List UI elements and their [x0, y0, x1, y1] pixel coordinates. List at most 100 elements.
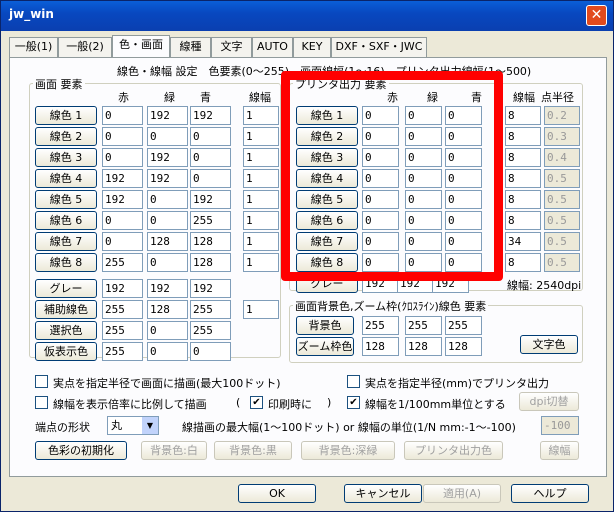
- bg-row-button-1[interactable]: ズーム枠色: [296, 337, 354, 356]
- chevron-down-icon[interactable]: ▼: [142, 417, 158, 434]
- printer-red-7[interactable]: 0: [362, 253, 399, 272]
- screen-width-7[interactable]: 1: [243, 253, 279, 272]
- printer-width-0[interactable]: 8: [505, 106, 541, 125]
- bg-blue-0[interactable]: 255: [445, 316, 482, 335]
- screen-red-1[interactable]: 0: [102, 127, 143, 146]
- printer-gray-button[interactable]: グレー: [296, 274, 358, 293]
- screen-green-1[interactable]: 0: [147, 127, 188, 146]
- screen-width-1[interactable]: 1: [243, 127, 279, 146]
- printer-blue-2[interactable]: 0: [445, 148, 482, 167]
- printer-row-button-7[interactable]: 線色 8: [296, 253, 358, 272]
- screen-width-2[interactable]: 1: [243, 148, 279, 167]
- screen-row-button-6[interactable]: 線色 7: [35, 232, 97, 251]
- screen-green-7[interactable]: 0: [147, 253, 188, 272]
- screen-blue-8[interactable]: 192: [190, 279, 231, 298]
- printer-red-6[interactable]: 0: [362, 232, 399, 251]
- printer-gray-blue[interactable]: 192: [432, 274, 469, 293]
- screen-blue-9[interactable]: 255: [190, 300, 231, 319]
- screen-row-button-10[interactable]: 選択色: [35, 321, 97, 340]
- printer-blue-5[interactable]: 0: [445, 211, 482, 230]
- screen-blue-6[interactable]: 128: [190, 232, 231, 251]
- printer-width-1[interactable]: 8: [505, 127, 541, 146]
- printer-green-4[interactable]: 0: [405, 190, 442, 209]
- screen-row-button-3[interactable]: 線色 4: [35, 169, 97, 188]
- screen-blue-4[interactable]: 192: [190, 190, 231, 209]
- screen-green-6[interactable]: 128: [147, 232, 188, 251]
- printer-row-button-3[interactable]: 線色 4: [296, 169, 358, 188]
- printer-green-5[interactable]: 0: [405, 211, 442, 230]
- printer-green-3[interactable]: 0: [405, 169, 442, 188]
- printer-red-3[interactable]: 0: [362, 169, 399, 188]
- screen-red-9[interactable]: 255: [102, 300, 143, 319]
- screen-width-5[interactable]: 1: [243, 211, 279, 230]
- printer-green-7[interactable]: 0: [405, 253, 442, 272]
- text-color-button[interactable]: 文字色: [520, 335, 578, 354]
- print-point-mm-checkbox[interactable]: [347, 375, 360, 388]
- scale-linewidth-checkbox[interactable]: [35, 396, 48, 409]
- printer-blue-7[interactable]: 0: [445, 253, 482, 272]
- tab-0[interactable]: 一般(1): [9, 37, 58, 57]
- screen-width-3[interactable]: 1: [243, 169, 279, 188]
- printer-row-button-4[interactable]: 線色 5: [296, 190, 358, 209]
- screen-row-button-7[interactable]: 線色 8: [35, 253, 97, 272]
- printer-blue-4[interactable]: 0: [445, 190, 482, 209]
- tab-4[interactable]: 文字: [211, 37, 252, 57]
- screen-green-9[interactable]: 128: [147, 300, 188, 319]
- screen-row-button-2[interactable]: 線色 3: [35, 148, 97, 167]
- screen-green-5[interactable]: 0: [147, 211, 188, 230]
- printer-row-button-2[interactable]: 線色 3: [296, 148, 358, 167]
- bg-blue-1[interactable]: 128: [445, 337, 482, 356]
- endpoint-shape-select[interactable]: 丸 ▼: [107, 416, 159, 435]
- printer-red-0[interactable]: 0: [362, 106, 399, 125]
- screen-blue-7[interactable]: 128: [190, 253, 231, 272]
- bg-red-1[interactable]: 128: [362, 337, 399, 356]
- screen-blue-5[interactable]: 255: [190, 211, 231, 230]
- screen-row-button-5[interactable]: 線色 6: [35, 211, 97, 230]
- printer-width-5[interactable]: 8: [505, 211, 541, 230]
- screen-green-0[interactable]: 192: [147, 106, 188, 125]
- printer-green-2[interactable]: 0: [405, 148, 442, 167]
- screen-row-button-0[interactable]: 線色 1: [35, 106, 97, 125]
- tab-3[interactable]: 線種: [170, 37, 211, 57]
- screen-red-8[interactable]: 192: [102, 279, 143, 298]
- screen-red-2[interactable]: 0: [102, 148, 143, 167]
- printer-row-button-6[interactable]: 線色 7: [296, 232, 358, 251]
- screen-width-9[interactable]: 1: [243, 300, 279, 319]
- screen-row-button-4[interactable]: 線色 5: [35, 190, 97, 209]
- screen-blue-11[interactable]: 0: [190, 342, 231, 361]
- tab-6[interactable]: KEY: [293, 37, 331, 57]
- bg-red-0[interactable]: 255: [362, 316, 399, 335]
- printer-green-6[interactable]: 0: [405, 232, 442, 251]
- tab-2[interactable]: 色・画面: [112, 35, 170, 57]
- screen-green-11[interactable]: 0: [147, 342, 188, 361]
- screen-blue-1[interactable]: 0: [190, 127, 231, 146]
- bottom-button-0[interactable]: 色彩の初期化: [35, 441, 127, 460]
- on-print-checkbox[interactable]: ✔: [250, 396, 263, 409]
- printer-width-7[interactable]: 8: [505, 253, 541, 272]
- printer-green-0[interactable]: 0: [405, 106, 442, 125]
- printer-blue-6[interactable]: 0: [445, 232, 482, 251]
- screen-row-button-1[interactable]: 線色 2: [35, 127, 97, 146]
- dialog-button-1[interactable]: キャンセル: [344, 484, 422, 503]
- bg-row-button-0[interactable]: 背景色: [296, 316, 354, 335]
- tab-7[interactable]: DXF・SXF・JWC: [331, 37, 427, 57]
- screen-blue-3[interactable]: 0: [190, 169, 231, 188]
- printer-row-button-1[interactable]: 線色 2: [296, 127, 358, 146]
- screen-row-button-8[interactable]: グレー: [35, 279, 97, 298]
- screen-row-button-9[interactable]: 補助線色: [35, 300, 97, 319]
- draw-point-radius-checkbox[interactable]: [35, 375, 48, 388]
- screen-red-10[interactable]: 255: [102, 321, 143, 340]
- printer-width-2[interactable]: 8: [505, 148, 541, 167]
- screen-red-4[interactable]: 192: [102, 190, 143, 209]
- printer-red-4[interactable]: 0: [362, 190, 399, 209]
- screen-red-0[interactable]: 0: [102, 106, 143, 125]
- title-bar[interactable]: jw_win ✕: [1, 1, 613, 31]
- printer-width-6[interactable]: 34: [505, 232, 541, 251]
- printer-width-4[interactable]: 8: [505, 190, 541, 209]
- screen-width-0[interactable]: 1: [243, 106, 279, 125]
- printer-red-1[interactable]: 0: [362, 127, 399, 146]
- printer-blue-1[interactable]: 0: [445, 127, 482, 146]
- tab-1[interactable]: 一般(2): [58, 37, 112, 57]
- screen-green-10[interactable]: 0: [147, 321, 188, 340]
- printer-gray-green[interactable]: 192: [397, 274, 434, 293]
